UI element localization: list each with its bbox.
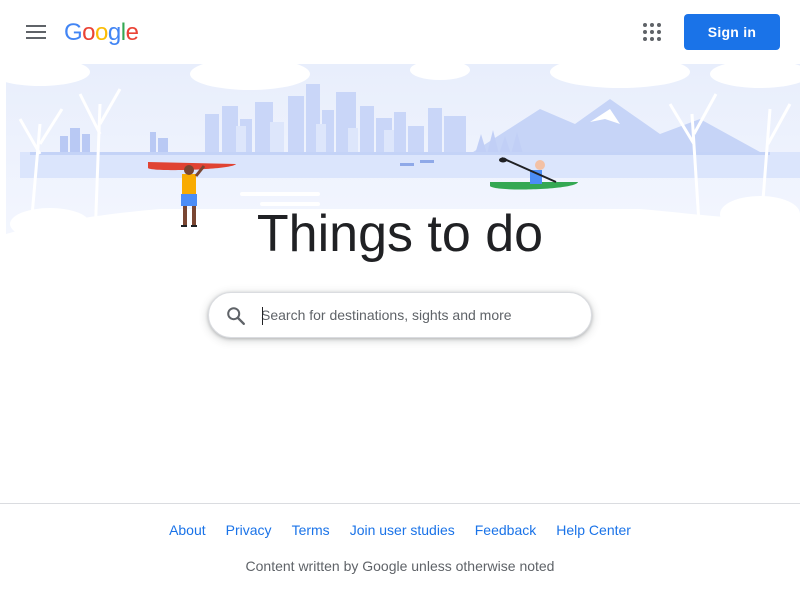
header: Google Sign in xyxy=(0,0,800,64)
logo-letter: G xyxy=(64,19,83,46)
logo-letter: o xyxy=(95,19,108,46)
footer-link-privacy[interactable]: Privacy xyxy=(226,520,272,540)
search-box[interactable] xyxy=(208,292,592,338)
apps-grid-icon[interactable] xyxy=(636,16,668,48)
footer-links: About Privacy Terms Join user studies Fe… xyxy=(0,520,800,540)
search-icon[interactable] xyxy=(225,305,247,327)
footer-link-feedback[interactable]: Feedback xyxy=(475,520,536,540)
footer-link-help-center[interactable]: Help Center xyxy=(556,520,631,540)
sign-in-button[interactable]: Sign in xyxy=(684,14,780,50)
footer-divider xyxy=(0,503,800,504)
google-logo[interactable]: Google xyxy=(64,18,139,48)
footer-link-user-studies[interactable]: Join user studies xyxy=(350,520,455,540)
footer-link-about[interactable]: About xyxy=(169,520,206,540)
page-title: Things to do xyxy=(256,205,544,263)
logo-letter: o xyxy=(82,19,96,46)
hamburger-menu-icon[interactable] xyxy=(20,16,52,48)
logo-letter: e xyxy=(125,19,139,46)
search-input[interactable] xyxy=(261,293,571,337)
logo-letter: g xyxy=(107,19,121,46)
footer-note: Content written by Google unless otherwi… xyxy=(245,558,555,574)
text-cursor xyxy=(262,307,263,325)
footer-link-terms[interactable]: Terms xyxy=(292,520,330,540)
